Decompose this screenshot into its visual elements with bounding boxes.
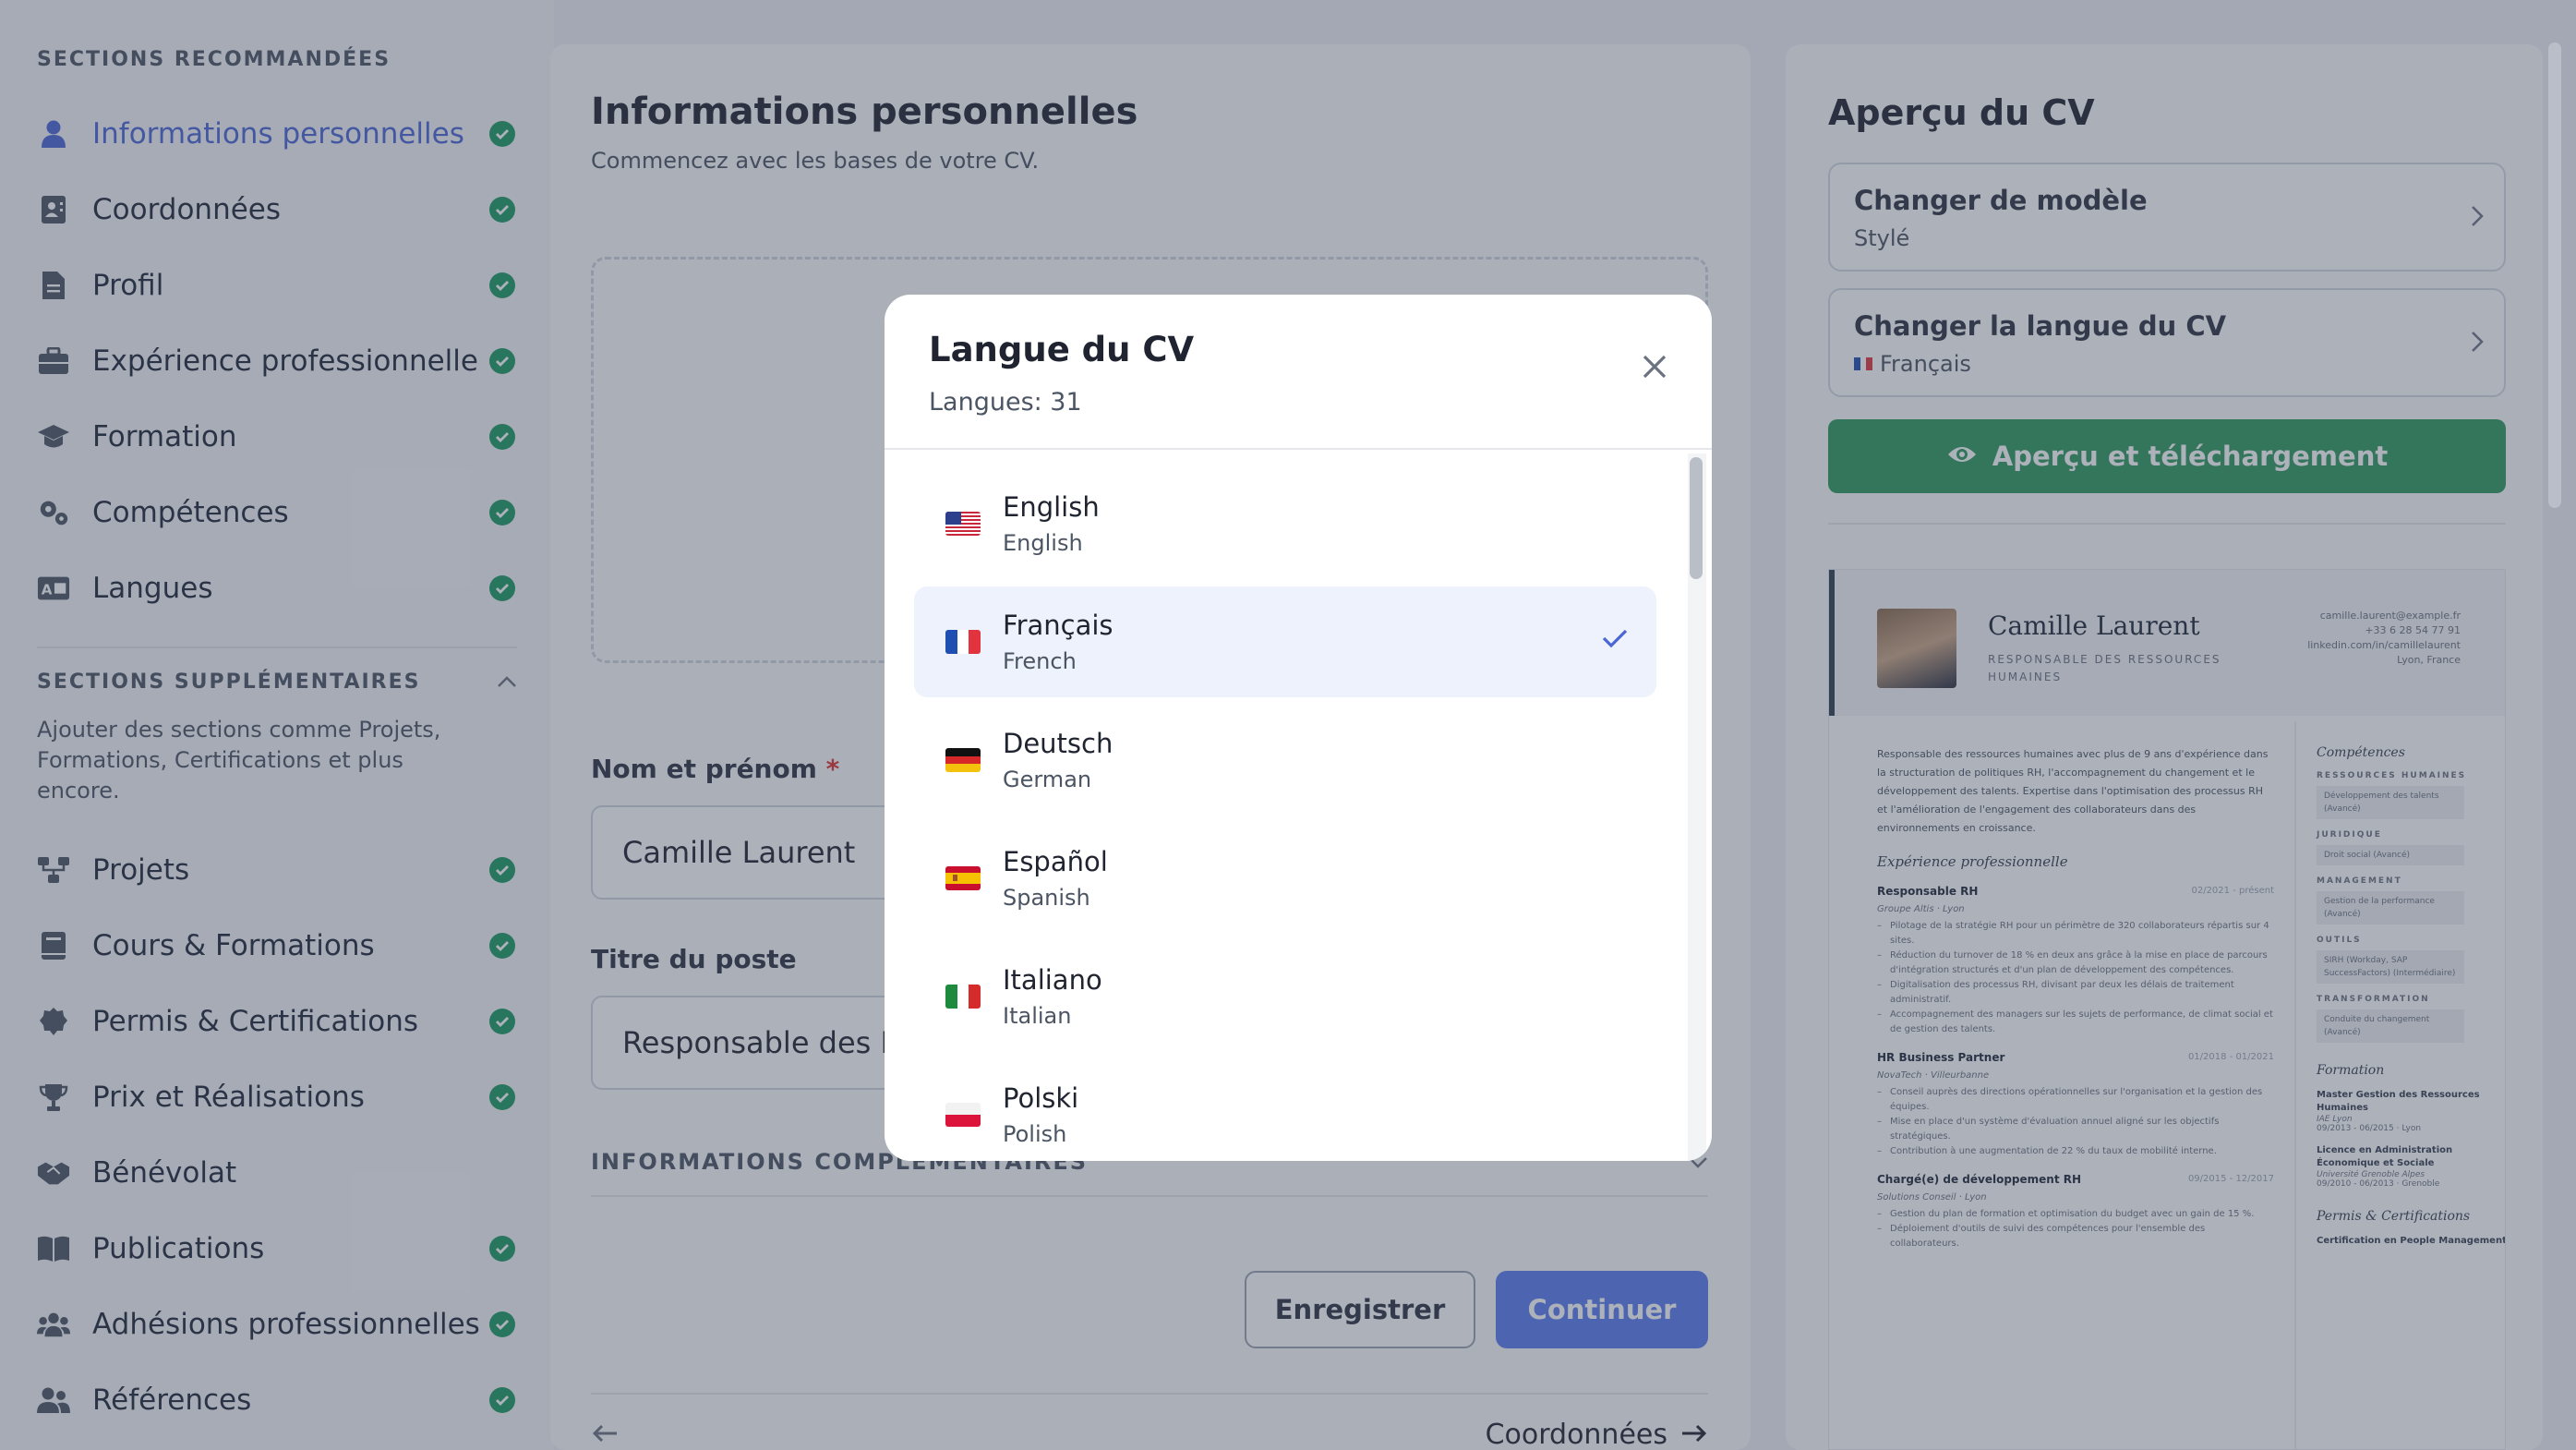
language-english-name: French: [1003, 648, 1077, 674]
modal-title: Langue du CV: [929, 330, 1195, 369]
language-option-french[interactable]: Français French: [914, 586, 1656, 697]
app: SECTIONS RECOMMANDÉES Informations perso…: [0, 0, 2576, 1450]
language-count: Langues: 31: [929, 388, 1082, 417]
cv-language-modal: Langue du CV Langues: 31 English English F…: [885, 295, 1712, 1161]
language-option-italian[interactable]: Italiano Italian: [914, 941, 1656, 1052]
checkmark-icon: [1601, 627, 1629, 653]
modal-header: Langue du CV Langues: 31: [885, 295, 1712, 450]
language-english-name: Polish: [1003, 1121, 1067, 1147]
es-flag-icon: [945, 866, 981, 890]
language-option-english[interactable]: English English: [914, 468, 1656, 579]
language-native-name: Italiano: [1003, 964, 1102, 996]
us-flag-icon: [945, 512, 981, 536]
modal-scrollbar-thumb[interactable]: [1690, 457, 1703, 579]
it-flag-icon: [945, 985, 981, 1009]
language-english-name: Spanish: [1003, 885, 1090, 911]
language-option-german[interactable]: Deutsch German: [914, 705, 1656, 816]
close-icon[interactable]: [1638, 350, 1671, 383]
language-english-name: Italian: [1003, 1003, 1072, 1029]
language-native-name: English: [1003, 491, 1100, 523]
language-option-spanish[interactable]: Español Spanish: [914, 823, 1656, 934]
page-scrollbar[interactable]: [2548, 42, 2561, 508]
language-native-name: Polski: [1003, 1082, 1079, 1114]
pl-flag-icon: [945, 1103, 981, 1127]
language-list: English English Français French Deutsch Germa…: [914, 468, 1656, 1161]
language-native-name: Deutsch: [1003, 728, 1113, 759]
language-native-name: Français: [1003, 610, 1113, 641]
de-flag-icon: [945, 748, 981, 772]
fr-flag-icon: [945, 630, 981, 654]
language-english-name: English: [1003, 530, 1083, 556]
language-option-polish[interactable]: Polski Polish: [914, 1059, 1656, 1161]
language-native-name: Español: [1003, 846, 1108, 877]
language-english-name: German: [1003, 767, 1092, 792]
